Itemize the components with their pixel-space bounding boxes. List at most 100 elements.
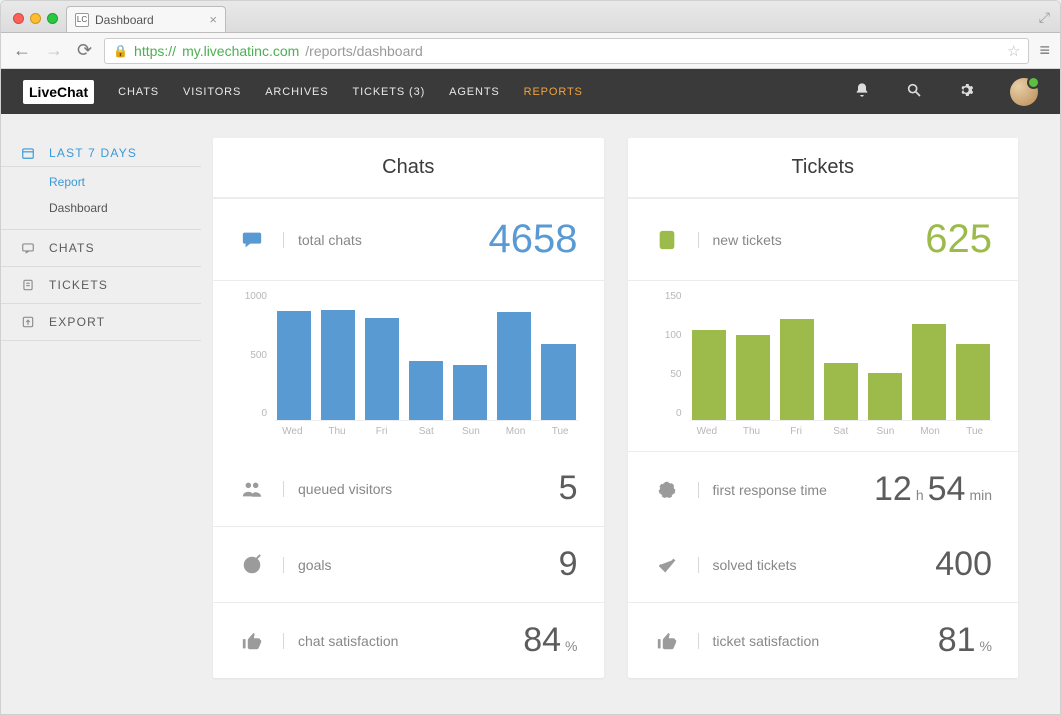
stat-first-response: first response time 12 h 54 min [628,451,1019,527]
browser-window: LC Dashboard × ⤢ ← → ⟳ 🔒 https://my.live… [0,0,1061,715]
url-protocol: https:// [134,43,176,59]
x-tick: Fri [364,426,399,437]
stat-value: 81% [938,621,992,660]
minimize-window-icon[interactable] [30,13,41,24]
bell-icon[interactable] [848,82,876,102]
stat-total-chats: total chats 4658 [213,198,604,280]
tab-title: Dashboard [95,13,154,27]
y-axis: 10005000 [239,287,275,437]
search-icon[interactable] [900,82,928,102]
sidebar-item-chats[interactable]: CHATS [1,229,201,267]
browser-tab[interactable]: LC Dashboard × [66,6,226,32]
x-tick: Thu [734,426,769,437]
mins-unit: min [969,487,992,503]
address-bar: ← → ⟳ 🔒 https://my.livechatinc.com/repor… [1,33,1060,69]
stat-label: total chats [283,232,362,248]
nav-link-chats[interactable]: CHATS [118,86,159,98]
bar [912,324,946,420]
sidebar-item-label: EXPORT [49,315,105,329]
url-input[interactable]: 🔒 https://my.livechatinc.com/reports/das… [104,38,1029,64]
nav-links: CHATS VISITORS ARCHIVES TICKETS (3) AGENTS RE… [118,86,583,98]
window-controls[interactable] [9,13,66,32]
x-tick: Sun [454,426,489,437]
sidebar-subitem[interactable]: Report [1,169,201,195]
ticket-icon [654,229,680,251]
gear-icon[interactable] [952,82,980,102]
x-tick: Mon [498,426,533,437]
stat-value: 84% [523,621,577,660]
sidebar-item-label: TICKETS [49,278,108,292]
browser-menu-icon[interactable]: ≡ [1039,40,1050,61]
stat-row: queued visitors5 [213,451,604,526]
x-tick: Thu [320,426,355,437]
thumb-icon [239,630,265,652]
sidebar-header[interactable]: LAST 7 DAYS [1,138,201,167]
url-host: my.livechatinc.com [182,43,299,59]
bookmark-icon[interactable]: ☆ [1007,42,1020,60]
goals-icon [239,554,265,576]
x-tick: Sun [868,426,903,437]
stat-value: 4658 [489,217,578,262]
sidebar-item-export[interactable]: EXPORT [1,304,201,341]
favicon-icon: LC [75,13,89,27]
tickets-chart: 150100500 WedThuFriSatSunMonTue [628,280,1019,451]
bar [780,319,814,420]
x-tick: Sat [409,426,444,437]
hours-value: 12 [874,470,912,509]
nav-link-archives[interactable]: ARCHIVES [265,86,328,98]
bar [321,310,355,420]
bar [277,311,311,420]
queued-icon [239,478,265,500]
nav-link-agents[interactable]: AGENTS [449,86,500,98]
chats-card: Chats total chats 4658 10005000 [213,138,604,678]
forward-button[interactable]: → [43,40,65,61]
sidebar: LAST 7 DAYS ReportDashboard CHATS TICKETS… [1,114,201,341]
stat-value: 625 [925,217,992,262]
fullscreen-icon[interactable]: ⤢ [1039,9,1050,26]
x-tick: Fri [779,426,814,437]
logo-text-a: Live [29,84,57,100]
top-nav: LiveChat CHATS VISITORS ARCHIVES TICKETS (3… [1,69,1060,114]
chat-icon [239,229,265,251]
tab-strip: LC Dashboard × ⤢ [1,1,1060,33]
stat-label: solved tickets [698,557,797,573]
zoom-window-icon[interactable] [47,13,58,24]
x-tick: Wed [275,426,310,437]
bar [736,335,770,420]
card-title: Tickets [628,138,1019,198]
sidebar-item-tickets[interactable]: TICKETS [1,267,201,304]
stat-label: queued visitors [283,481,392,497]
thumb-icon [654,630,680,652]
card-title: Chats [213,138,604,198]
main: LAST 7 DAYS ReportDashboard CHATS TICKETS… [1,114,1060,714]
nav-link-tickets[interactable]: TICKETS (3) [352,86,425,98]
nav-link-visitors[interactable]: VISITORS [183,86,241,98]
sidebar-subitem[interactable]: Dashboard [1,195,201,221]
close-tab-icon[interactable]: × [209,12,217,27]
back-button[interactable]: ← [11,40,33,61]
calendar-icon [21,146,35,160]
page: LiveChat CHATS VISITORS ARCHIVES TICKETS (3… [1,69,1060,714]
logo[interactable]: LiveChat [23,80,94,104]
y-tick: 0 [239,408,267,419]
stat-value: 400 [935,545,992,584]
logo-text-b: Chat [57,84,88,100]
stat-label: first response time [698,482,827,498]
avatar[interactable] [1010,78,1038,106]
y-tick: 50 [654,369,682,380]
bars [275,287,578,421]
check-icon [654,554,680,576]
tickets-card: Tickets new tickets 625 150100500 [628,138,1019,678]
x-axis: WedThuFriSatSunMonTue [275,421,578,437]
url-path: /reports/dashboard [305,43,423,59]
y-tick: 500 [239,350,267,361]
stat-row: solved tickets 400 [628,527,1019,602]
reload-button[interactable]: ⟳ [75,40,94,61]
close-window-icon[interactable] [13,13,24,24]
bar [453,365,487,420]
nav-link-reports[interactable]: REPORTS [524,86,583,98]
y-tick: 0 [654,408,682,419]
sidebar-item-label: CHATS [49,241,95,255]
y-tick: 100 [654,330,682,341]
y-axis: 150100500 [654,287,690,437]
